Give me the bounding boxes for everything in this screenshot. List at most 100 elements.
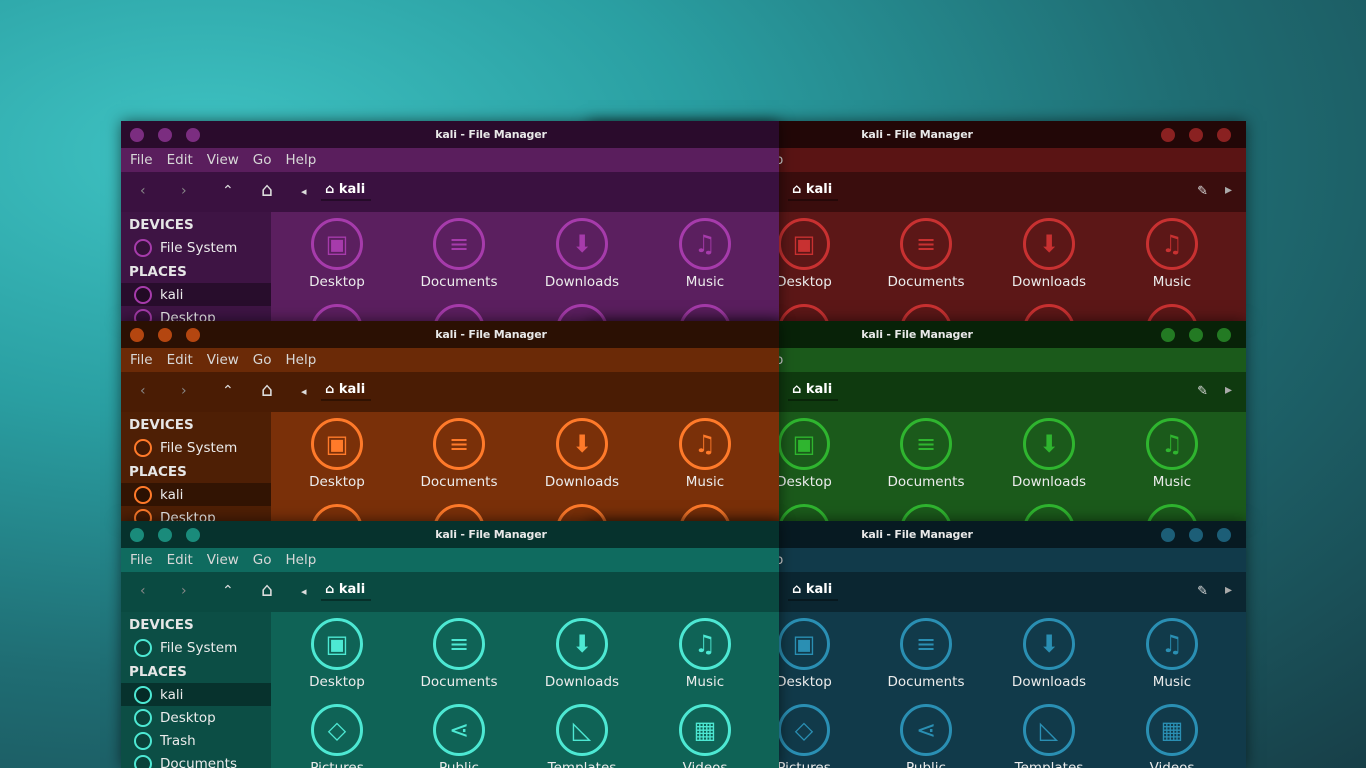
up-button[interactable]: ⌃ (222, 183, 234, 199)
menu-file[interactable]: File (130, 152, 153, 168)
path-home-button[interactable]: ⌂ kali (321, 580, 371, 601)
menu-go[interactable]: Go (253, 552, 272, 568)
menu-go[interactable]: Go (253, 352, 272, 368)
back-button[interactable]: ‹ (140, 183, 146, 199)
pencil-icon[interactable]: ✎ (1197, 184, 1208, 199)
menu-edit[interactable]: Edit (167, 552, 193, 568)
menu-view[interactable]: View (207, 552, 239, 568)
sidebar-item-trash[interactable]: Trash (121, 729, 271, 752)
folder-public[interactable]: ⋖Public (404, 498, 514, 521)
folder-public[interactable]: ⋖Public (871, 498, 981, 521)
folder-templates[interactable]: ◺Templates (527, 698, 637, 768)
path-right-arrow[interactable]: ▸ (1225, 582, 1232, 598)
folder-videos[interactable]: ▦Videos (650, 498, 760, 521)
folder-pictures[interactable]: ◇Pictures (282, 298, 392, 321)
file-manager-window-teal[interactable]: kali - File Manager File Edit View Go Help ‹ › ⌃… (121, 521, 779, 768)
pencil-icon[interactable]: ✎ (1197, 584, 1208, 599)
folder-downloads[interactable]: ⬇ Downloads (527, 212, 637, 290)
folder-templates[interactable]: ◺Templates (527, 498, 637, 521)
folder-documents[interactable]: ≡ Documents (871, 412, 981, 490)
sidebar-item-kali[interactable]: kali (121, 483, 271, 506)
folder-music[interactable]: ♫ Music (1117, 612, 1227, 690)
folder-public[interactable]: ⋖Public (871, 698, 981, 768)
path-right-arrow[interactable]: ▸ (1225, 382, 1232, 398)
folder-public[interactable]: ⋖Public (871, 298, 981, 321)
file-manager-window-orange[interactable]: kali - File Manager File Edit View Go Help ‹ › ⌃… (121, 321, 779, 521)
path-home-button[interactable]: ⌂ kali (321, 380, 371, 401)
folder-downloads[interactable]: ⬇ Downloads (994, 412, 1104, 490)
sidebar-item-file-system[interactable]: File System (121, 636, 271, 659)
folder-pictures[interactable]: ◇Pictures (282, 498, 392, 521)
menu-go[interactable]: Go (253, 152, 272, 168)
folder-videos[interactable]: ▦Videos (1117, 298, 1227, 321)
sidebar-item-desktop[interactable]: Desktop (121, 306, 271, 321)
pencil-icon[interactable]: ✎ (1197, 384, 1208, 399)
menu-view[interactable]: View (207, 352, 239, 368)
menu-file[interactable]: File (130, 552, 153, 568)
folder-music[interactable]: ♫ Music (1117, 212, 1227, 290)
folder-templates[interactable]: ◺Templates (994, 698, 1104, 768)
forward-button[interactable]: › (181, 383, 187, 399)
home-button[interactable]: ⌂ (261, 379, 273, 401)
forward-button[interactable]: › (181, 583, 187, 599)
sidebar-item-file-system[interactable]: File System (121, 436, 271, 459)
folder-music[interactable]: ♫ Music (650, 412, 760, 490)
folder-videos[interactable]: ▦Videos (1117, 698, 1227, 768)
folder-documents[interactable]: ≡ Documents (404, 412, 514, 490)
menu-view[interactable]: View (207, 152, 239, 168)
sidebar-item-desktop[interactable]: Desktop (121, 706, 271, 729)
sidebar-item-kali[interactable]: kali (121, 683, 271, 706)
path-home-button[interactable]: ⌂ kali (788, 180, 838, 201)
folder-documents[interactable]: ≡ Documents (871, 612, 981, 690)
sidebar-item-kali[interactable]: kali (121, 283, 271, 306)
folder-music[interactable]: ♫ Music (1117, 412, 1227, 490)
folder-music[interactable]: ♫ Music (650, 612, 760, 690)
menu-edit[interactable]: Edit (167, 352, 193, 368)
sidebar-item-documents[interactable]: Documents (121, 752, 271, 768)
folder-public[interactable]: ⋖Public (404, 298, 514, 321)
menu-help[interactable]: Help (286, 352, 317, 368)
titlebar[interactable]: kali - File Manager (121, 321, 779, 348)
folder-templates[interactable]: ◺Templates (527, 298, 637, 321)
path-right-arrow[interactable]: ▸ (1225, 182, 1232, 198)
back-button[interactable]: ‹ (140, 383, 146, 399)
folder-videos[interactable]: ▦Videos (650, 698, 760, 768)
back-button[interactable]: ‹ (140, 583, 146, 599)
folder-downloads[interactable]: ⬇ Downloads (527, 412, 637, 490)
folder-public[interactable]: ⋖Public (404, 698, 514, 768)
folder-desktop[interactable]: ▣ Desktop (282, 212, 392, 290)
path-left-arrow[interactable]: ◂ (301, 385, 307, 398)
folder-desktop[interactable]: ▣ Desktop (282, 612, 392, 690)
up-button[interactable]: ⌃ (222, 583, 234, 599)
home-button[interactable]: ⌂ (261, 179, 273, 201)
folder-videos[interactable]: ▦Videos (1117, 498, 1227, 521)
path-left-arrow[interactable]: ◂ (301, 185, 307, 198)
titlebar[interactable]: kali - File Manager (121, 521, 779, 548)
path-left-arrow[interactable]: ◂ (301, 585, 307, 598)
folder-downloads[interactable]: ⬇ Downloads (527, 612, 637, 690)
forward-button[interactable]: › (181, 183, 187, 199)
folder-templates[interactable]: ◺Templates (994, 298, 1104, 321)
file-manager-window-purple[interactable]: kali - File Manager File Edit View Go Help ‹ › ⌃… (121, 121, 779, 321)
home-button[interactable]: ⌂ (261, 579, 273, 601)
folder-music[interactable]: ♫ Music (650, 212, 760, 290)
menu-help[interactable]: Help (286, 152, 317, 168)
folder-downloads[interactable]: ⬇ Downloads (994, 612, 1104, 690)
menu-edit[interactable]: Edit (167, 152, 193, 168)
path-home-button[interactable]: ⌂ kali (788, 580, 838, 601)
folder-pictures[interactable]: ◇Pictures (282, 698, 392, 768)
menu-help[interactable]: Help (286, 552, 317, 568)
folder-documents[interactable]: ≡ Documents (404, 212, 514, 290)
path-home-button[interactable]: ⌂ kali (321, 180, 371, 201)
folder-documents[interactable]: ≡ Documents (404, 612, 514, 690)
sidebar-item-file-system[interactable]: File System (121, 236, 271, 259)
folder-templates[interactable]: ◺Templates (994, 498, 1104, 521)
folder-videos[interactable]: ▦Videos (650, 298, 760, 321)
folder-downloads[interactable]: ⬇ Downloads (994, 212, 1104, 290)
up-button[interactable]: ⌃ (222, 383, 234, 399)
titlebar[interactable]: kali - File Manager (121, 121, 779, 148)
folder-documents[interactable]: ≡ Documents (871, 212, 981, 290)
path-home-button[interactable]: ⌂ kali (788, 380, 838, 401)
folder-desktop[interactable]: ▣ Desktop (282, 412, 392, 490)
sidebar-item-desktop[interactable]: Desktop (121, 506, 271, 521)
